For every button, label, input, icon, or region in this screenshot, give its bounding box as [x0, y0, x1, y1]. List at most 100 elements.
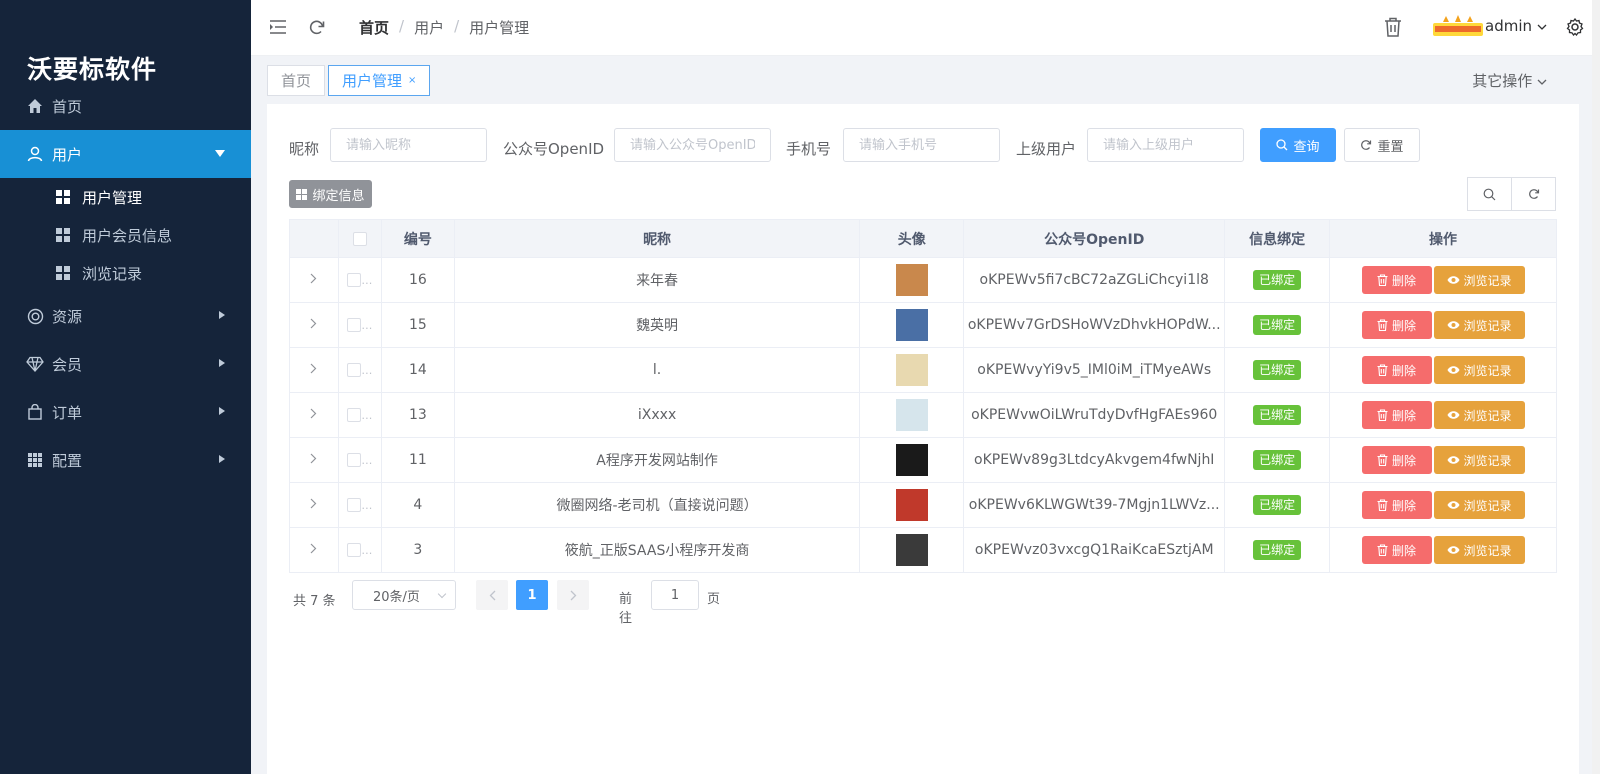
resource-icon — [26, 307, 44, 325]
bind-status-badge: 已绑定 — [1253, 495, 1302, 515]
select-all-checkbox[interactable] — [352, 231, 367, 246]
page-jump-input[interactable] — [651, 580, 699, 610]
select-all-header[interactable] — [338, 219, 382, 258]
row-checkbox[interactable] — [347, 543, 362, 557]
filter-label-parent: 上级用户 — [1016, 140, 1077, 158]
openid-input[interactable] — [614, 128, 771, 162]
select-cell[interactable]: … — [338, 347, 382, 393]
delete-label: 删除 — [1392, 543, 1417, 558]
sidebar-item-resource[interactable]: 资源 — [0, 292, 251, 340]
view-history-button[interactable]: 浏览记录 — [1433, 491, 1525, 519]
caret-right-icon — [219, 311, 225, 319]
delete-button[interactable]: 删除 — [1361, 446, 1432, 474]
page-number-button[interactable]: 1 — [516, 580, 548, 610]
search-toggle-button[interactable] — [1467, 177, 1512, 211]
table-row[interactable]: … 3 筱航_正版SAAS小程序开发商 oKPEWvz03vxcgQ1RaiKc… — [289, 527, 1557, 573]
refresh-icon[interactable] — [308, 19, 325, 40]
hamburger-icon[interactable] — [269, 19, 287, 39]
page-size-select[interactable]: 20条/页 — [352, 580, 456, 610]
expand-cell[interactable] — [289, 302, 339, 348]
other-ops-dropdown[interactable]: 其它操作 — [1472, 70, 1547, 91]
expand-cell[interactable] — [289, 437, 339, 483]
delete-button[interactable]: 删除 — [1361, 266, 1432, 294]
view-history-button[interactable]: 浏览记录 — [1433, 401, 1525, 429]
chevron-right-icon[interactable] — [310, 408, 317, 419]
search-button[interactable]: 查询 — [1260, 128, 1336, 162]
view-history-button[interactable]: 浏览记录 — [1433, 536, 1525, 564]
expand-cell[interactable] — [289, 347, 339, 393]
gear-icon[interactable] — [1566, 17, 1584, 40]
chevron-right-icon[interactable] — [310, 363, 317, 374]
breadcrumb-user[interactable]: 用户 — [414, 17, 444, 38]
cell-avatar — [859, 257, 965, 303]
chevron-right-icon[interactable] — [310, 318, 317, 329]
cell-id: 11 — [381, 437, 455, 483]
tab-home[interactable]: 首页 — [267, 65, 326, 96]
nickname-input[interactable] — [330, 128, 487, 162]
chevron-right-icon[interactable] — [310, 453, 317, 464]
select-cell[interactable]: … — [338, 437, 382, 483]
table-row[interactable]: … 15 魏英明 oKPEWv7GrDSHoWVzDhvkHOPdW... 已绑… — [289, 302, 1557, 348]
expand-cell[interactable] — [289, 527, 339, 573]
scrollbar[interactable] — [1592, 0, 1600, 774]
view-history-button[interactable]: 浏览记录 — [1433, 446, 1525, 474]
delete-button[interactable]: 删除 — [1361, 311, 1432, 339]
row-checkbox[interactable] — [347, 273, 362, 287]
reset-button[interactable]: 重置 — [1344, 128, 1420, 162]
select-cell[interactable]: … — [338, 527, 382, 573]
sidebar-item-order[interactable]: 订单 — [0, 388, 251, 436]
select-cell[interactable]: … — [338, 302, 382, 348]
trash-icon[interactable] — [1384, 17, 1402, 41]
row-checkbox-ellipsis: … — [361, 274, 373, 287]
row-checkbox[interactable] — [347, 408, 362, 422]
chevron-right-icon[interactable] — [310, 498, 317, 509]
breadcrumb-home[interactable]: 首页 — [359, 17, 389, 38]
sidebar-item-user[interactable]: 用户 — [0, 130, 251, 178]
row-checkbox[interactable] — [347, 318, 362, 332]
select-cell[interactable]: … — [338, 392, 382, 438]
user-dropdown[interactable]: admin — [1485, 17, 1547, 35]
next-page-button[interactable] — [557, 580, 589, 610]
sidebar-item-config[interactable]: 配置 — [0, 436, 251, 484]
expand-cell[interactable] — [289, 257, 339, 303]
delete-button[interactable]: 删除 — [1361, 401, 1432, 429]
sidebar-item-label: 配置 — [52, 451, 83, 470]
close-icon[interactable]: × — [408, 75, 416, 86]
refresh-table-button[interactable] — [1511, 177, 1556, 211]
table-row[interactable]: … 4 微圈网络-老司机（直接说问题） oKPEWv6KLWGWt39-7Mgj… — [289, 482, 1557, 528]
table-row[interactable]: … 11 A程序开发网站制作 oKPEWv89g3LtdcyAkvgem4fwN… — [289, 437, 1557, 483]
parent-user-input[interactable] — [1087, 128, 1244, 162]
select-cell[interactable]: … — [338, 482, 382, 528]
row-checkbox[interactable] — [347, 498, 362, 512]
table-row[interactable]: … 13 iXxxx oKPEWvwOiLWruTdyDvfHgFAEs960 … — [289, 392, 1557, 438]
delete-button[interactable]: 删除 — [1361, 536, 1432, 564]
tab-label: 用户管理 — [342, 72, 403, 90]
bind-status-badge: 已绑定 — [1253, 405, 1302, 425]
table-row[interactable]: … 14 l. oKPEWvyYi9v5_IMl0iM_iTMyeAWs 已绑定… — [289, 347, 1557, 393]
sidebar-subitem-label: 用户会员信息 — [82, 226, 173, 245]
row-checkbox[interactable] — [347, 363, 362, 377]
chevron-right-icon[interactable] — [310, 273, 317, 284]
select-cell[interactable]: … — [338, 257, 382, 303]
delete-button[interactable]: 删除 — [1361, 491, 1432, 519]
cell-bind: 已绑定 — [1224, 257, 1331, 303]
sidebar-item-home[interactable]: 首页 — [0, 82, 251, 130]
chevron-right-icon[interactable] — [310, 543, 317, 554]
table-row[interactable]: … 16 来年春 oKPEWv5fi7cBC72aZGLiChcyi1l8 已绑… — [289, 257, 1557, 303]
bind-info-button[interactable]: 绑定信息 — [289, 180, 372, 208]
expand-cell[interactable] — [289, 392, 339, 438]
sidebar-item-member[interactable]: 会员 — [0, 340, 251, 388]
sidebar-subitem-browse-history[interactable]: 浏览记录 — [0, 254, 251, 292]
view-history-button[interactable]: 浏览记录 — [1433, 266, 1525, 294]
sidebar-subitem-user-management[interactable]: 用户管理 — [0, 178, 251, 216]
phone-input[interactable] — [843, 128, 1000, 162]
prev-page-button[interactable] — [476, 580, 508, 610]
delete-button[interactable]: 删除 — [1361, 356, 1432, 384]
tab-user-management[interactable]: 用户管理 × — [328, 65, 431, 96]
expand-cell[interactable] — [289, 482, 339, 528]
view-history-button[interactable]: 浏览记录 — [1433, 356, 1525, 384]
view-history-button[interactable]: 浏览记录 — [1433, 311, 1525, 339]
view-history-label: 浏览记录 — [1463, 408, 1512, 423]
sidebar-subitem-member-info[interactable]: 用户会员信息 — [0, 216, 251, 254]
row-checkbox[interactable] — [347, 453, 362, 467]
